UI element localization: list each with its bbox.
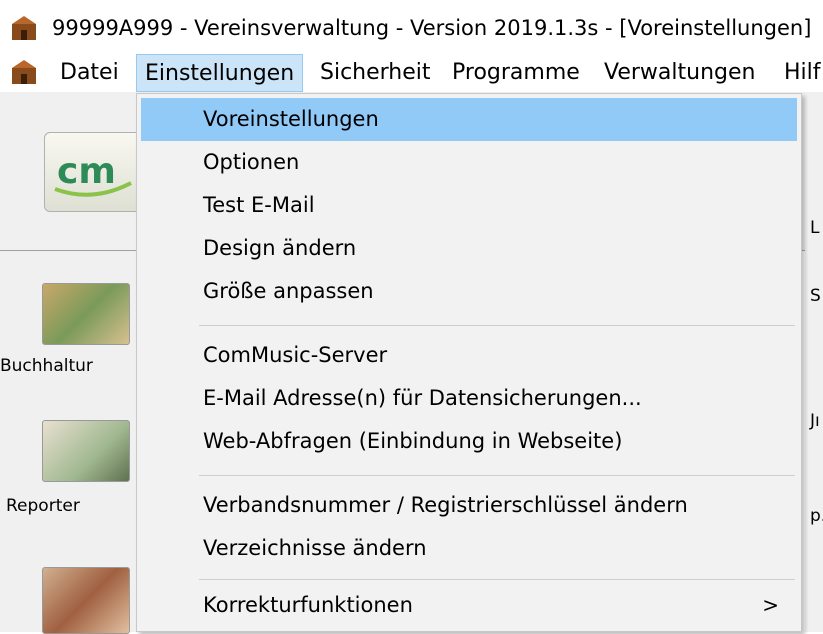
cm-logo-button[interactable]: cm: [44, 132, 142, 212]
menu-item-verzeichnisse[interactable]: Verzeichnisse ändern: [141, 527, 797, 570]
menu-item-label: Voreinstellungen: [203, 107, 379, 131]
menu-item-label: Optionen: [203, 150, 300, 174]
menu-hilfe[interactable]: Hilf: [776, 54, 823, 92]
menu-item-label: Design ändern: [203, 236, 357, 260]
sidebar-item-buchhaltung[interactable]: Buchhaltur: [0, 356, 93, 376]
reporter-icon[interactable]: [42, 420, 130, 482]
menu-item-label: Verbandsnummer / Registrierschlüssel änd…: [203, 493, 688, 517]
menu-item-korrekturfunktionen[interactable]: Korrekturfunktionen >: [141, 584, 797, 627]
menu-programme[interactable]: Programme: [444, 54, 588, 92]
menu-item-design-aendern[interactable]: Design ändern: [141, 227, 797, 270]
menu-item-optionen[interactable]: Optionen: [141, 141, 797, 184]
menu-item-label: Test E-Mail: [203, 193, 315, 217]
menu-item-groesse-anpassen[interactable]: Größe anpassen: [141, 270, 797, 313]
menu-item-commusic-server[interactable]: ComMusic-Server: [141, 334, 797, 377]
menu-item-test-email[interactable]: Test E-Mail: [141, 184, 797, 227]
mitglieder-icon[interactable]: [42, 567, 130, 634]
right-fragment-1: L: [810, 218, 820, 238]
menu-item-label: E-Mail Adresse(n) für Datensicherungen..…: [203, 386, 642, 410]
menu-item-label: Web-Abfragen (Einbindung in Webseite): [203, 429, 623, 453]
vereinsverwaltung-icon: [12, 16, 36, 40]
menu-item-verbandsnummer[interactable]: Verbandsnummer / Registrierschlüssel änd…: [141, 484, 797, 527]
menu-item-voreinstellungen[interactable]: Voreinstellungen: [141, 98, 797, 141]
app-menu-icon[interactable]: [10, 58, 38, 86]
right-fragment-3: Jı: [810, 411, 820, 431]
cm-logo-icon: cm: [54, 151, 132, 197]
menu-item-web-abfragen[interactable]: Web-Abfragen (Einbindung in Webseite): [141, 420, 797, 463]
svg-text:cm: cm: [57, 151, 116, 192]
menu-item-label: ComMusic-Server: [203, 343, 388, 367]
right-panel: [805, 92, 823, 632]
buchhaltung-icon[interactable]: [42, 283, 130, 345]
menu-item-email-datensicherungen[interactable]: E-Mail Adresse(n) für Datensicherungen..…: [141, 377, 797, 420]
right-fragment-4: p.: [810, 506, 823, 526]
menu-sicherheit[interactable]: Sicherheit: [312, 54, 439, 92]
menu-bar: Datei Einstellungen Sicherheit Programme…: [0, 52, 823, 92]
menu-item-label: Verzeichnisse ändern: [203, 536, 427, 560]
menu-separator: [199, 579, 795, 580]
menu-datei[interactable]: Datei: [52, 54, 127, 92]
window-title: 99999A999 - Vereinsverwaltung - Version …: [52, 16, 812, 40]
menu-item-label: Größe anpassen: [203, 279, 374, 303]
title-bar: 99999A999 - Vereinsverwaltung - Version …: [0, 0, 823, 52]
right-fragment-2: S: [810, 286, 821, 306]
menu-separator: [199, 475, 795, 476]
menu-verwaltungen[interactable]: Verwaltungen: [596, 54, 763, 92]
sidebar-item-reporter[interactable]: Reporter: [6, 496, 80, 516]
einstellungen-dropdown: Voreinstellungen Optionen Test E-Mail De…: [136, 93, 802, 632]
menu-item-label: Korrekturfunktionen: [203, 593, 413, 617]
submenu-arrow-icon: >: [762, 593, 779, 617]
menu-einstellungen[interactable]: Einstellungen: [136, 54, 304, 92]
menu-separator: [199, 325, 795, 326]
